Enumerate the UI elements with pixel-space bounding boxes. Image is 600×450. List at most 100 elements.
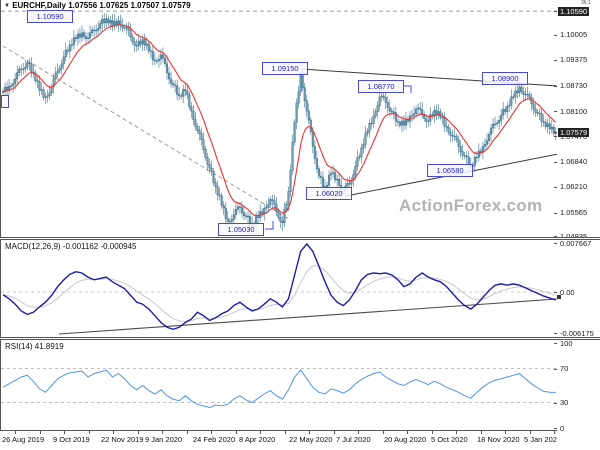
candle-body [170,79,172,83]
candle-body [239,207,241,208]
candle-body [385,97,387,102]
candle-body [504,109,506,111]
candle-body [282,221,284,222]
candle-body [126,28,128,29]
date-tick [162,431,163,434]
candle-body [81,33,83,37]
watermark: ActionForex.com [399,196,542,216]
candle-body [448,127,450,132]
candle-body [381,96,383,97]
panel-divider[interactable] [0,337,600,340]
price-annotation-1.06020[interactable]: 1.06020 [306,187,352,200]
candle-body [136,45,138,46]
candle-body [85,37,87,39]
candle-body [261,212,263,214]
candle-body [541,113,543,121]
long-dashed-diagonal[interactable] [3,46,289,219]
axis-tick [554,403,557,404]
candle-body [189,95,191,107]
candle-body [51,87,53,93]
candle-body [20,69,22,70]
date-label: 22 May 2020 [289,435,332,444]
price-axis-label-1.10590: 1.10590 [558,7,589,16]
candle-body [474,157,476,165]
candle-body [186,91,188,95]
candle-body [496,123,498,124]
candle-body [547,124,549,127]
candle-body [498,120,500,123]
price-axis-label-1.06840: 1.06840 [560,157,587,166]
price-annotation-1.06580[interactable]: 1.06580 [427,164,473,177]
candle-body [367,131,369,133]
candle-body [294,122,296,142]
candle-body [440,112,442,117]
candle-body [383,96,385,97]
candle-body [373,116,375,123]
candle-body [237,207,239,210]
axis-tick [554,292,557,293]
candle-body [217,187,219,195]
axis-tick [554,86,557,87]
candle-body [361,148,363,157]
price-annotation-1.08900[interactable]: 1.08900 [482,72,528,85]
macd-ascending-trendline[interactable] [59,299,557,334]
candle-body [168,73,170,79]
candle-body [110,20,112,23]
candle-body [272,199,274,200]
rsi-chart-canvas[interactable] [1,340,558,430]
candle-body [65,50,67,57]
clipped-price-label [1,95,9,108]
candle-body [63,57,65,64]
date-label: 22 Nov 2019 [101,435,144,444]
candle-body [87,38,89,39]
candle-body [219,195,221,196]
candle-body [59,68,61,71]
candle-body [438,112,440,115]
chart-window: ▼ EURCHF,Daily 1.07556 1.07625 1.07507 1… [0,0,600,450]
axis-tick [554,213,557,214]
candle-body [267,205,269,208]
date-tick [89,431,90,434]
candle-body [359,157,361,158]
date-tick [260,431,261,434]
candle-body [178,95,180,96]
candle-body [529,95,531,98]
candle-body [513,97,515,98]
candle-body [229,221,231,222]
macd-panel[interactable]: MACD(12,26,9) -0.001162 -0.000945 [0,240,557,337]
price-annotation-1.10590[interactable]: 1.10590 [27,10,73,23]
rsi-panel[interactable]: RSI(14) 41.8919 [0,340,557,430]
date-tick [334,431,335,434]
date-label: 7 Jul 2020 [336,435,371,444]
candle-body [160,55,162,59]
price-annotation-1.09150[interactable]: 1.09150 [262,62,308,75]
candle-body [425,119,427,122]
macd-chart-canvas[interactable] [1,240,558,337]
candle-body [180,96,182,97]
candle-body [302,73,304,88]
chart-menu-icon[interactable]: ▼ [4,3,10,9]
candle-body [270,199,272,204]
candle-body [24,67,26,69]
chart-symbol-timeframe: EURCHF,Daily [12,1,66,10]
candle-body [488,134,490,140]
price-annotation-1.05030[interactable]: 1.05030 [218,223,264,236]
price-axis-label-1.05565: 1.05565 [560,208,587,217]
price-axis-label-1.09375: 1.09375 [560,55,587,64]
price-axis-label-1.08730: 1.08730 [560,81,587,90]
candle-body [241,207,243,212]
candle-body [304,88,306,101]
candle-body [103,19,105,23]
axis-tick [554,136,557,137]
date-tick [64,431,65,434]
price-panel[interactable]: ▼ EURCHF,Daily 1.07556 1.07625 1.07507 1… [0,0,557,237]
axis-tick [554,162,557,163]
right-axis: 1.105901.100051.093751.087301.081001.075… [557,0,600,450]
candle-body [508,105,510,106]
candle-body [55,73,57,79]
candle-body [444,118,446,127]
candle-body [12,84,14,86]
price-annotation-1.08770[interactable]: 1.08770 [358,80,404,93]
panel-divider[interactable] [0,237,600,240]
axis-tick [554,111,557,112]
